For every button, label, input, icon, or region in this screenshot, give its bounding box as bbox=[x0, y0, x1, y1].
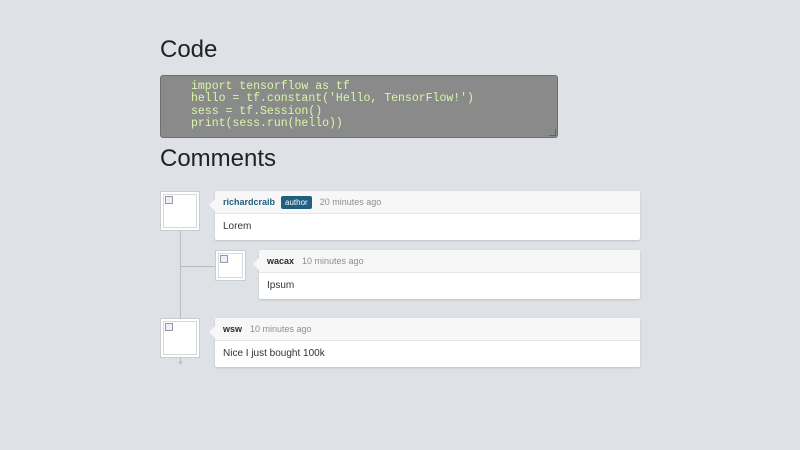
author-badge: author bbox=[281, 195, 312, 209]
avatar[interactable] bbox=[160, 318, 200, 358]
code-line: import tensorflow as tf bbox=[191, 80, 350, 93]
comment-timestamp: 10 minutes ago bbox=[302, 256, 364, 266]
comment-text: Ipsum bbox=[267, 280, 295, 291]
reply-connector-line bbox=[180, 266, 215, 267]
reply-card: wacax 10 minutes ago Ipsum bbox=[253, 250, 640, 299]
comments-heading: Comments bbox=[160, 145, 277, 172]
code-content[interactable]: import tensorflow as tf hello = tf.const… bbox=[161, 76, 557, 130]
avatar[interactable] bbox=[160, 191, 200, 231]
comment-header: wsw 10 minutes ago bbox=[215, 318, 640, 341]
comment-text: Nice I just bought 100k bbox=[223, 348, 325, 359]
broken-image-icon bbox=[165, 323, 173, 331]
code-heading: Code bbox=[160, 36, 218, 63]
comment-username[interactable]: richardcraib bbox=[223, 197, 275, 207]
code-editor[interactable]: import tensorflow as tf hello = tf.const… bbox=[160, 75, 558, 138]
code-line: print(sess.run(hello)) bbox=[191, 116, 343, 130]
comment-card: wsw 10 minutes ago Nice I just bought 10… bbox=[209, 318, 640, 367]
comment-text: Lorem bbox=[223, 221, 252, 232]
comment-header: wacax 10 minutes ago bbox=[259, 250, 640, 273]
code-line: hello = tf.constant('Hello, TensorFlow!'… bbox=[191, 92, 474, 106]
comment-timestamp: 20 minutes ago bbox=[319, 197, 382, 207]
code-line: sess = tf.Session() bbox=[191, 104, 323, 118]
comment-timestamp: 10 minutes ago bbox=[250, 324, 312, 334]
broken-image-icon bbox=[220, 255, 228, 263]
resize-handle[interactable] bbox=[549, 129, 556, 136]
comment-username[interactable]: wacax bbox=[267, 256, 294, 266]
thread-end-dot bbox=[179, 361, 182, 364]
comment-card: richardcraib author 20 minutes ago Lorem bbox=[209, 191, 640, 240]
avatar[interactable] bbox=[215, 250, 246, 281]
broken-image-icon bbox=[165, 196, 173, 204]
comment-username[interactable]: wsw bbox=[223, 324, 242, 334]
comment-header: richardcraib author 20 minutes ago bbox=[215, 191, 640, 214]
